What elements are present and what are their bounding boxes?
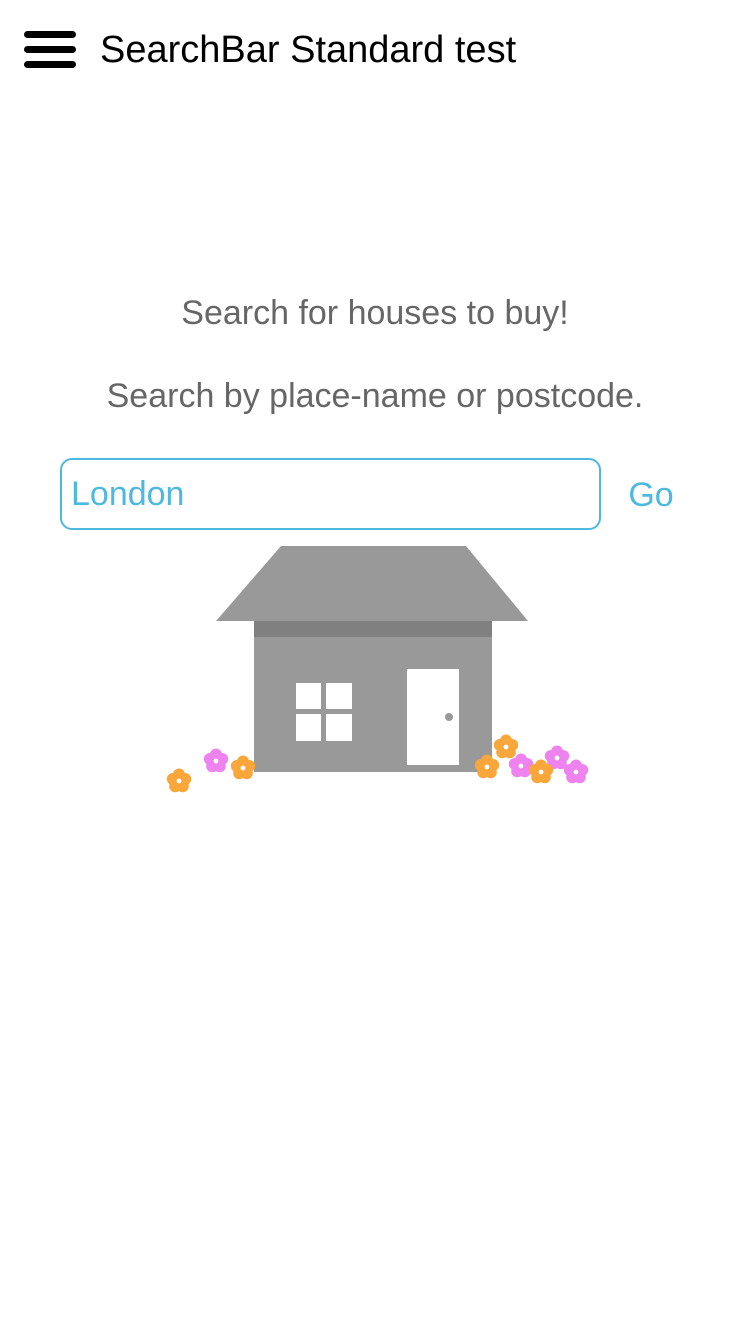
top-bar: SearchBar Standard test bbox=[0, 0, 750, 100]
menu-bar-line bbox=[24, 61, 76, 68]
menu-bar-line bbox=[24, 31, 76, 38]
house-icon bbox=[216, 546, 528, 772]
pink-flower-icon bbox=[563, 759, 589, 784]
headline-text: Search for houses to buy! bbox=[181, 294, 569, 332]
page-title: SearchBar Standard test bbox=[100, 29, 517, 71]
door-icon bbox=[407, 669, 459, 765]
search-input[interactable] bbox=[60, 458, 601, 530]
pink-flower-icon bbox=[203, 748, 229, 773]
menu-bar-line bbox=[24, 46, 76, 53]
house-eave-band bbox=[254, 621, 492, 637]
go-button[interactable]: Go bbox=[616, 470, 686, 520]
hamburger-menu-icon[interactable] bbox=[22, 28, 78, 72]
flowers-left bbox=[166, 748, 256, 793]
orange-flower-icon bbox=[493, 734, 519, 759]
orange-flower-icon bbox=[230, 755, 256, 780]
instruction-text: Search by place-name or postcode. bbox=[106, 377, 644, 415]
house-roof bbox=[216, 546, 528, 621]
app-screen: SearchBar Standard test Search for house… bbox=[0, 0, 750, 1334]
house-illustration bbox=[166, 546, 589, 793]
orange-flower-icon bbox=[166, 768, 192, 793]
